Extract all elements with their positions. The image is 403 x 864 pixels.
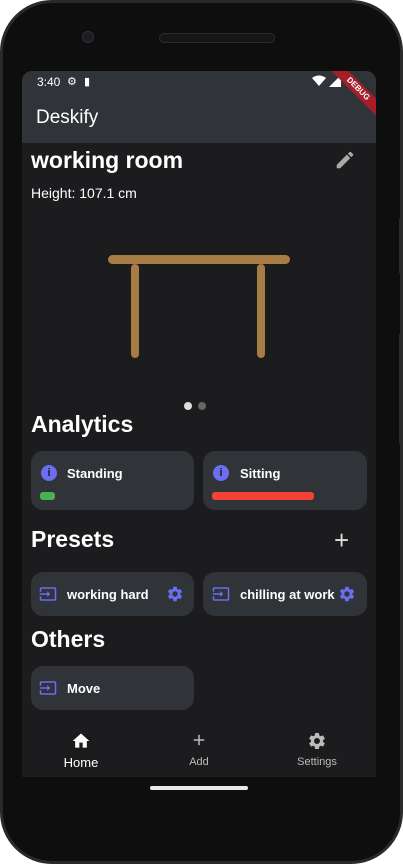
standing-time-bar [40,492,55,500]
home-content: working room Height: 107.1 cm Analytics … [22,143,376,723]
app-bar: Deskify [22,93,376,143]
bottom-navigation: Home Add Settings [22,723,376,777]
move-label: Move [67,681,101,696]
nav-settings[interactable]: Settings [258,723,376,777]
status-bar: 3:40 ⚙ ▮ [22,71,376,93]
home-indicator[interactable] [150,786,248,790]
preset-card-chilling-at-work[interactable]: chilling at work [203,572,367,616]
analytics-card-label: Standing [67,466,123,481]
carousel-dot[interactable] [198,402,206,410]
status-time: 3:40 [37,75,61,89]
input-icon [39,587,57,601]
home-icon [72,733,90,748]
analytics-heading: Analytics [31,411,134,437]
front-camera [82,31,94,43]
settings-status-icon: ⚙ [67,76,77,88]
carousel-indicator [184,397,212,415]
gear-icon[interactable] [338,585,356,603]
info-icon: i [213,465,229,481]
desk-leg-right [257,264,265,358]
info-icon: i [41,465,57,481]
preset-card-working-hard[interactable]: working hard [31,572,194,616]
analytics-card-sitting[interactable]: i Sitting [203,451,367,510]
nav-settings-label: Settings [297,756,337,768]
presets-heading: Presets [31,526,115,552]
earpiece-speaker [159,33,275,43]
preset-label: chilling at work [240,587,335,602]
add-preset-icon[interactable]: + [334,525,349,556]
desk-illustration [108,255,290,358]
desk-leg-left [131,264,139,358]
move-card[interactable]: Move [31,666,194,710]
nav-add[interactable]: Add [140,723,258,777]
app-screen: 3:40 ⚙ ▮ Deskify DEBUG working room Heig… [22,71,376,777]
input-icon [212,587,230,601]
preset-label: working hard [67,587,149,602]
wifi-icon [312,75,326,86]
sitting-time-bar [212,492,314,500]
app-title: Deskify [36,107,99,128]
nav-home-label: Home [63,755,99,770]
sd-card-icon: ▮ [84,76,91,88]
plus-icon [193,734,205,746]
edit-icon[interactable] [334,149,356,171]
gear-icon[interactable] [166,585,184,603]
nav-add-label: Add [189,756,209,768]
desk-top [108,255,290,264]
analytics-card-standing[interactable]: i Standing [31,451,194,510]
desk-height: Height: 107.1 cm [31,185,137,201]
room-name: working room [31,147,184,173]
nav-home[interactable]: Home [22,723,140,777]
analytics-card-label: Sitting [240,466,281,481]
gear-icon [309,733,325,749]
power-button [399,218,403,274]
input-icon [39,681,57,695]
others-heading: Others [31,626,106,652]
carousel-dot[interactable] [184,402,192,410]
volume-buttons [399,333,403,445]
